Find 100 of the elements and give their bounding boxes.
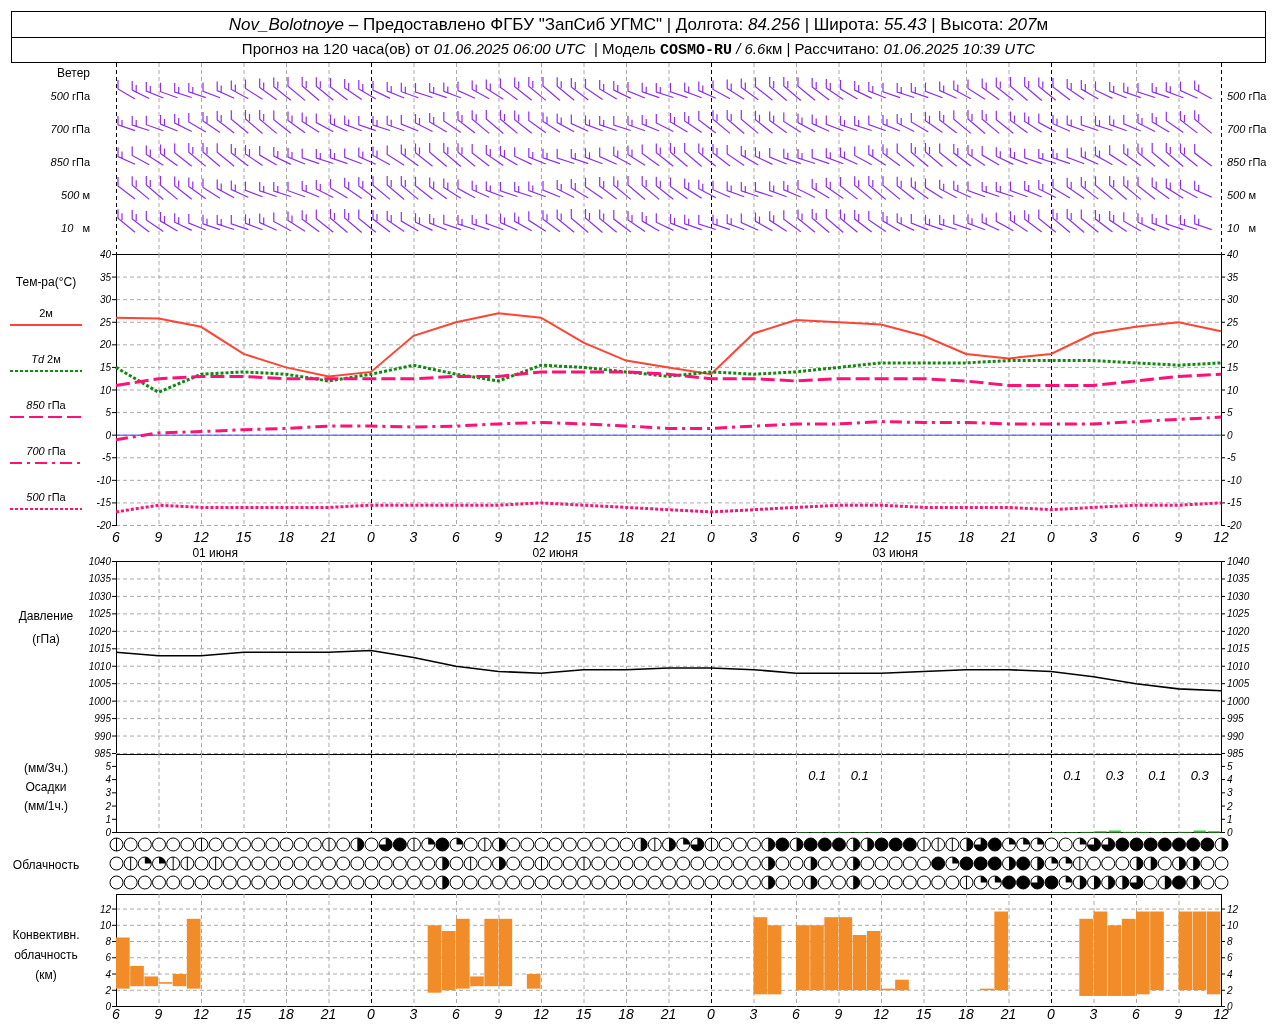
tick-label: 10: [1227, 384, 1239, 396]
tick-label: 1040: [88, 556, 111, 567]
tick-label: 1040: [1227, 556, 1250, 567]
tick-label: 2: [105, 984, 111, 996]
tick-label: 995: [1227, 713, 1244, 725]
tick-label: 20: [1227, 339, 1239, 351]
panel-label: Ветер: [57, 67, 90, 80]
tick-label: 2: [1227, 984, 1233, 996]
tick-label: 0: [707, 529, 715, 545]
tick-label: 9: [494, 529, 503, 545]
tick-label: 1: [1227, 813, 1233, 825]
tick-label: 15: [575, 529, 592, 545]
tick-label: 1010: [88, 660, 111, 672]
precipitation-total: 0.1: [808, 768, 827, 783]
precipitation-total: 0.1: [850, 768, 869, 783]
date-label: 01 июня: [192, 546, 238, 560]
date-label: 03 июня: [872, 546, 918, 560]
tick-label: 0: [105, 1001, 111, 1012]
panel-label: (гПа): [32, 632, 60, 646]
tick-label: 15: [915, 1006, 932, 1022]
tick-label: 9: [154, 1006, 163, 1022]
panel-label: Осадки: [25, 780, 67, 794]
tick-label: 1000: [88, 695, 111, 707]
tick-label: 18: [958, 1006, 974, 1022]
tick-label: 1025: [88, 608, 111, 620]
panel-label: (мм/3ч.): [23, 761, 69, 775]
tick-label: 1: [105, 813, 111, 825]
tick-label: 15: [575, 1006, 592, 1022]
panel-label: (мм/1ч.): [23, 799, 69, 813]
tick-label: 1020: [1227, 625, 1250, 637]
tick-label: -10: [1227, 474, 1242, 486]
tick-label: 25: [99, 316, 111, 328]
convective-cloud-bar: [796, 925, 810, 991]
tick-label: 0: [1227, 827, 1233, 838]
tick-label: 6: [112, 529, 120, 545]
tick-label: 6: [792, 1006, 800, 1022]
panel-label: Тем-ра(°C): [15, 276, 77, 291]
legend-label: 700 гПа: [26, 446, 66, 457]
tick-label: 1020: [88, 625, 111, 637]
tick-label: 6: [1227, 952, 1233, 964]
tick-label: 985: [94, 748, 111, 759]
tick-label: 0: [1047, 529, 1055, 545]
tick-label: 1000: [1227, 695, 1250, 707]
tick-label: -20: [1227, 520, 1242, 531]
level-label: 500 м: [61, 190, 90, 201]
tick-label: 3: [409, 529, 418, 545]
tick-label: 12: [533, 1006, 549, 1022]
tick-label: -20: [96, 520, 111, 531]
tick-label: 990: [1227, 730, 1244, 742]
tick-label: 5: [105, 407, 111, 419]
level-label: 700 гПа: [1227, 122, 1267, 138]
tick-label: 985: [1227, 748, 1244, 759]
tick-label: 3: [409, 1006, 418, 1022]
tick-label: 4: [105, 968, 111, 980]
tick-label: 5: [1227, 407, 1233, 419]
precipitation-total: 0.3: [1105, 768, 1124, 783]
tick-label: 990: [94, 730, 111, 742]
level-label: 850 гПа: [1227, 155, 1267, 171]
tick-label: 21: [660, 1006, 677, 1022]
tick-label: 3: [1089, 1006, 1098, 1022]
precipitation-total: 0.1: [1063, 768, 1082, 783]
tick-label: 40: [99, 249, 111, 260]
tick-label: 9: [834, 529, 843, 545]
tick-label: 0: [367, 529, 375, 545]
tick-label: -10: [96, 474, 111, 486]
tick-label: 9: [1174, 1006, 1183, 1022]
tick-label: -5: [1227, 452, 1236, 464]
tick-label: 12: [873, 1006, 889, 1022]
tick-label: 3: [1227, 787, 1233, 799]
tick-label: 3: [1089, 529, 1098, 545]
tick-label: 8: [1227, 936, 1233, 948]
panel-label: Облачность: [12, 859, 80, 871]
level-label: 10 м: [1227, 221, 1256, 237]
tick-label: 0: [105, 827, 111, 838]
tick-label: 3: [749, 529, 758, 545]
tick-label: 18: [618, 1006, 634, 1022]
tick-label: 6: [452, 1006, 460, 1022]
tick-label: 9: [1174, 529, 1183, 545]
tick-label: 0: [1227, 429, 1233, 441]
tick-label: -5: [102, 452, 111, 464]
tick-label: 1005: [88, 678, 111, 690]
tick-label: 3: [749, 1006, 758, 1022]
convective-cloud-bar: [498, 918, 513, 987]
tick-label: 1015: [1227, 643, 1250, 655]
tick-label: 15: [235, 529, 252, 545]
tick-label: 9: [834, 1006, 843, 1022]
tick-label: 995: [94, 713, 111, 725]
convective-cloud-bar: [767, 925, 782, 995]
convective-cloud-bar: [810, 925, 824, 991]
tick-label: 0: [105, 429, 111, 441]
tick-label: 4: [1227, 774, 1233, 786]
tick-label: 12: [1213, 529, 1229, 545]
tick-label: 1035: [1227, 573, 1250, 585]
tick-label: 6: [1132, 1006, 1140, 1022]
level-label: 500 м: [1227, 188, 1256, 204]
tick-label: 30: [99, 294, 111, 306]
tick-label: 18: [278, 529, 294, 545]
level-label: 500 гПа: [50, 91, 90, 102]
tick-label: 21: [1000, 1006, 1017, 1022]
tick-label: 35: [1227, 271, 1239, 283]
